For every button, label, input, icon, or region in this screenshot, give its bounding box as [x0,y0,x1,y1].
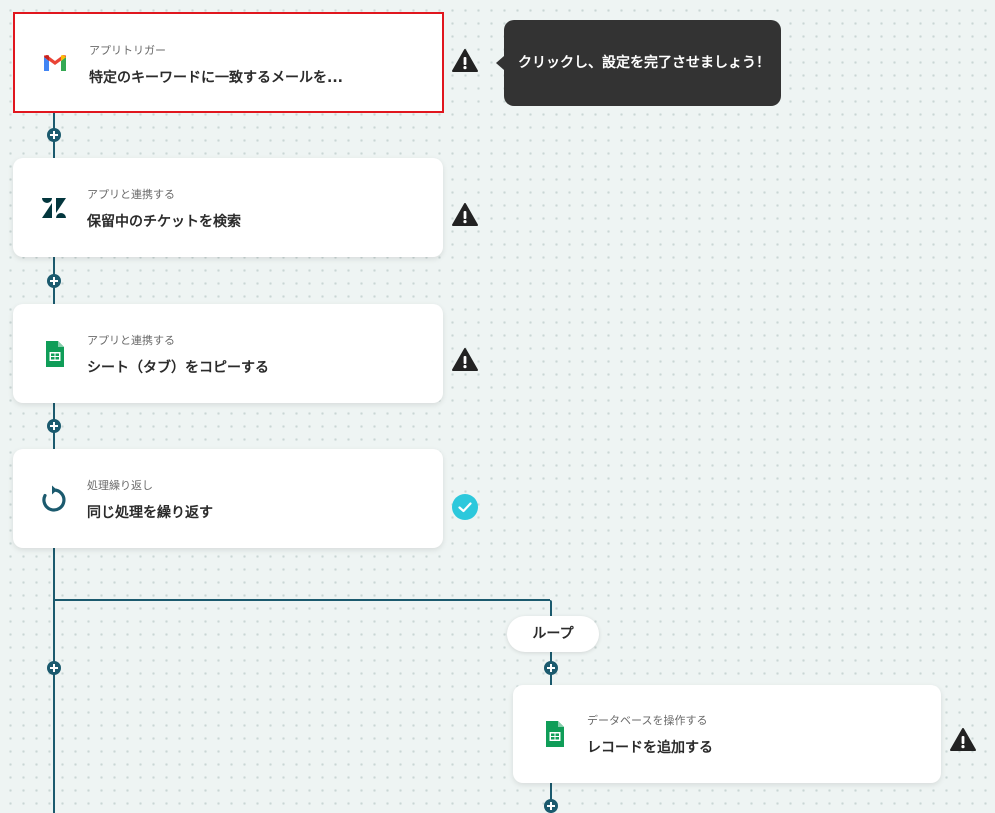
step-title: 特定のキーワードに一致するメールを... [89,70,343,86]
warning-icon[interactable] [451,202,479,228]
step-card-add-record[interactable]: データベースを操作する レコードを追加する [513,685,941,783]
step-card-gmail-trigger[interactable]: アプリトリガー 特定のキーワードに一致するメールを... [13,12,444,113]
add-step-button[interactable] [544,799,558,813]
warning-icon[interactable] [451,347,479,373]
google-sheets-icon [546,721,564,747]
step-card-sheets-copy[interactable]: アプリと連携する シート（タブ）をコピーする [13,304,443,403]
step-subtitle: アプリと連携する [87,188,175,201]
zendesk-icon [42,197,66,218]
google-sheets-icon [46,340,64,367]
step-title: シート（タブ）をコピーする [87,360,269,376]
step-title: 保留中のチケットを検索 [87,214,241,230]
loop-label: ループ [507,616,599,652]
add-step-button[interactable] [544,661,558,675]
warning-icon[interactable] [949,727,977,753]
warning-icon[interactable] [451,48,479,74]
add-step-button[interactable] [47,274,61,288]
step-subtitle: データベースを操作する [587,714,708,727]
setup-tooltip: クリックし、設定を完了させましょう！ [496,20,781,106]
add-step-button[interactable] [47,661,61,675]
step-title: 同じ処理を繰り返す [87,505,213,521]
add-step-button[interactable] [47,419,61,433]
gmail-icon [44,54,66,71]
add-step-button[interactable] [47,128,61,142]
loop-icon [42,485,66,512]
step-subtitle: アプリと連携する [87,334,175,347]
completed-check-icon [452,494,478,520]
step-card-loop[interactable]: 処理繰り返し 同じ処理を繰り返す [13,449,443,548]
step-card-zendesk[interactable]: アプリと連携する 保留中のチケットを検索 [13,158,443,257]
connector-branch-horizontal [53,599,550,601]
step-subtitle: アプリトリガー [89,44,166,57]
step-subtitle: 処理繰り返し [87,479,153,492]
step-title: レコードを追加する [587,740,713,756]
